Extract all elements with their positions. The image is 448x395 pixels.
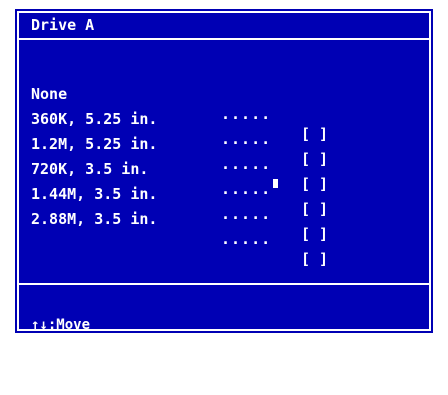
- option-360k[interactable]: 360K, 5.25 in. ..... [ ]: [31, 89, 351, 168]
- option-2-88m[interactable]: 2.88M, 3.5 in. ..... [ ]: [31, 189, 351, 268]
- option-none[interactable]: None ..... [ ]: [31, 64, 351, 143]
- dialog-body: Drive A None ..... [ ] 360K, 5.25 in. ..…: [15, 9, 433, 373]
- option-checkbox[interactable]: [ ]: [301, 249, 328, 269]
- text-cursor: [272, 178, 279, 189]
- option-label: 2.88M, 3.5 in.: [31, 210, 158, 228]
- option-720k[interactable]: 720K, 3.5 in. ..... [ ]: [31, 139, 351, 218]
- footer-help: ↑↓:Move ENTER:Accept ESC:Abort: [31, 295, 421, 373]
- option-1-44m[interactable]: 1.44M, 3.5 in. ..... [ ]: [31, 164, 351, 243]
- title-separator: [17, 38, 431, 40]
- footer-accept: ENTER:Accept: [143, 337, 245, 353]
- frame-top-inner: [17, 11, 431, 13]
- footer-move: ↑↓:Move: [31, 317, 91, 333]
- option-dots: .....: [221, 230, 272, 248]
- option-checkbox[interactable]: [ ]: [301, 224, 328, 244]
- drive-a-dialog: Drive A None ..... [ ] 360K, 5.25 in. ..…: [0, 0, 448, 373]
- dialog-title: Drive A: [31, 16, 95, 34]
- footer-abort: ESC:Abort: [306, 357, 382, 373]
- footer-separator: [17, 283, 431, 285]
- option-1-2m[interactable]: 1.2M, 5.25 in. ..... [ ]: [31, 114, 351, 193]
- frame-right-outer: [433, 7, 435, 335]
